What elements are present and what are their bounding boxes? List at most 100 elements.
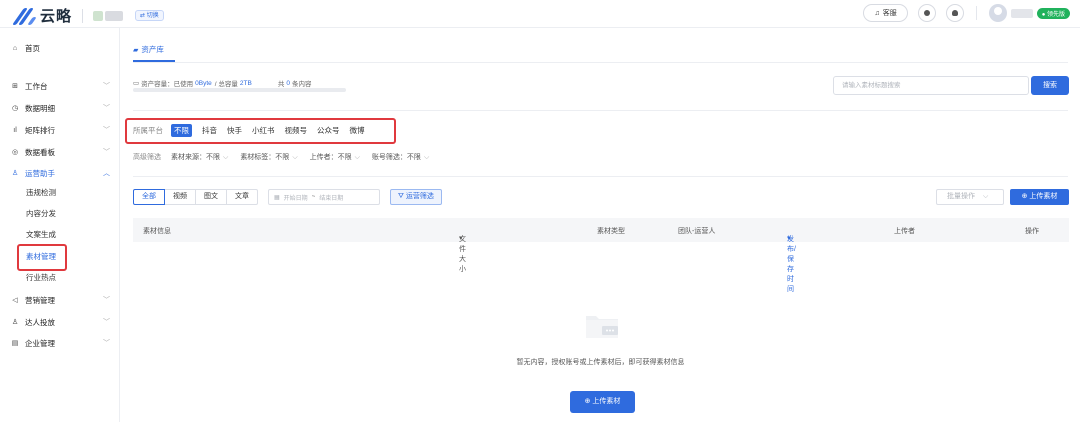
organization-name-redacted bbox=[93, 10, 124, 21]
logo-divider bbox=[82, 8, 84, 23]
type-tab-video[interactable]: 视频 bbox=[164, 189, 196, 205]
ranking-icon: ıl bbox=[13, 126, 17, 134]
advanced-filter-label: 高级筛选 bbox=[133, 154, 161, 161]
search-input[interactable]: 请输入素材标题搜索 bbox=[833, 76, 1029, 95]
filter-uploader[interactable]: 上传者：不限 ⌵ bbox=[310, 152, 360, 162]
sidebar-item-workbench[interactable]: ⊞ 工作台 ﹀ bbox=[0, 79, 120, 93]
sidebar-item-data-detail[interactable]: ◷ 数据明细 ﹀ bbox=[0, 101, 120, 115]
chevron-down-icon: ⌵ bbox=[354, 154, 360, 161]
username-redacted[interactable] bbox=[1010, 8, 1033, 18]
column-uploader: 上传者 bbox=[894, 228, 915, 235]
enterprise-icon: ▤ bbox=[11, 340, 19, 347]
sidebar-item-dashboard[interactable]: ◎ 数据看板 ﹀ bbox=[0, 145, 120, 159]
operations-filter-label: 运营筛选 bbox=[405, 193, 434, 200]
chevron-down-icon: ﹀ bbox=[103, 297, 110, 304]
column-material-info: 素材信息 bbox=[143, 228, 171, 235]
calendar-icon: ▦ bbox=[274, 194, 280, 201]
sidebar-item-label: 矩阵排行 bbox=[25, 125, 55, 135]
sidebar-subitem-copy-generation[interactable]: 文案生成 bbox=[26, 229, 56, 241]
sidebar-item-ranking[interactable]: ıl 矩阵排行 ﹀ bbox=[0, 123, 120, 137]
type-tabs: 全部 视频 图文 文章 bbox=[133, 189, 258, 205]
storage-icon: ▭ bbox=[133, 80, 140, 87]
toolbar-divider bbox=[975, 6, 977, 20]
bell-icon bbox=[951, 10, 958, 16]
search-button[interactable]: 搜索 bbox=[1031, 76, 1069, 95]
sidebar-item-enterprise[interactable]: ▤ 企业管理 ﹀ bbox=[0, 336, 120, 350]
logo-text: 云略 bbox=[40, 8, 73, 25]
customer-service-button[interactable]: ♫ 客服 bbox=[863, 4, 908, 22]
upload-material-button-empty[interactable]: ⊕ 上传素材 bbox=[570, 391, 635, 413]
batch-operation-select[interactable]: 批量操作 ⌵ bbox=[936, 189, 1004, 205]
storage-info: ▭ 资产容量：已使用 0Byte / 总容量 2TB 共 0 条内容 bbox=[133, 78, 312, 89]
chevron-down-icon: ﹀ bbox=[103, 149, 110, 156]
highlight-box-platform-filter bbox=[125, 118, 396, 144]
plan-badge: ● 领先版 bbox=[1036, 7, 1070, 19]
chevron-down-icon: ﹀ bbox=[103, 127, 110, 134]
chevron-down-icon: ⌵ bbox=[423, 154, 430, 161]
chevron-down-icon: ⌵ bbox=[292, 154, 298, 161]
sort-icon: ▾ bbox=[787, 235, 791, 242]
sidebar-item-label: 数据明细 bbox=[25, 103, 55, 113]
type-tab-image-text[interactable]: 图文 bbox=[195, 189, 227, 205]
logo[interactable]: 云略 ⇄ 切换 bbox=[12, 5, 164, 26]
avatar[interactable] bbox=[988, 4, 1007, 22]
sidebar-subitem-violation-check[interactable]: 违规检测 bbox=[26, 187, 56, 199]
column-actions: 操作 bbox=[1025, 228, 1039, 235]
content-count-suffix: 条内容 bbox=[291, 81, 312, 88]
filter-material-tag[interactable]: 素材标签：不限 ⌵ bbox=[240, 152, 297, 162]
dashboard-icon: ◎ bbox=[11, 149, 19, 156]
upload-material-button[interactable]: ⊕ 上传素材 bbox=[1010, 189, 1069, 205]
section-divider bbox=[133, 176, 1068, 177]
message-button[interactable] bbox=[917, 4, 936, 22]
sidebar-item-label: 首页 bbox=[25, 43, 40, 53]
logo-mark-icon bbox=[12, 7, 37, 25]
storage-used: 0Byte bbox=[195, 79, 212, 87]
filter-account[interactable]: 账号筛选：不限 ⌵ bbox=[372, 152, 429, 162]
top-bar: 云略 ⇄ 切换 ♫ 客服 ● 领先版 bbox=[0, 0, 1080, 28]
empty-state-message: 暂无内容，授权账号或上传素材后，即可获得素材信息 bbox=[516, 359, 685, 366]
folder-icon: ▰ bbox=[133, 46, 139, 54]
filter-icon: ⛛ bbox=[398, 193, 404, 200]
highlight-box-material-management bbox=[17, 244, 67, 271]
chevron-up-icon: ︿ bbox=[103, 170, 110, 177]
sidebar-item-label: 达人投放 bbox=[25, 317, 55, 327]
storage-prefix: 资产容量：已使用 bbox=[141, 81, 194, 88]
switch-org-button[interactable]: ⇄ 切换 bbox=[135, 10, 164, 21]
sidebar-subitem-content-distribution[interactable]: 内容分发 bbox=[26, 208, 56, 220]
chevron-down-icon: ﹀ bbox=[103, 105, 110, 112]
filter-label: 上传者：不限 bbox=[309, 154, 352, 161]
sidebar-subitem-industry-trends[interactable]: 行业热点 bbox=[26, 272, 56, 284]
sidebar-item-label: 企业管理 bbox=[25, 338, 55, 348]
chevron-down-icon: ⌵ bbox=[223, 154, 229, 161]
section-divider bbox=[133, 110, 1068, 111]
headset-icon: ♫ bbox=[874, 9, 880, 17]
date-separator: ~ bbox=[311, 194, 316, 200]
sidebar-item-operations-assistant[interactable]: ♙ 运营助手 ︿ bbox=[0, 166, 120, 180]
date-end: 结束日期 bbox=[319, 195, 344, 202]
operations-filter-button[interactable]: ⛛ 运营筛选 bbox=[390, 189, 442, 205]
influencer-icon: ♙ bbox=[11, 319, 19, 326]
tab-label: 资产库 bbox=[141, 45, 164, 54]
sidebar-item-marketing[interactable]: ◁ 营销管理 ﹀ bbox=[0, 293, 120, 307]
date-range-picker[interactable]: ▦ 开始日期 ~ 结束日期 bbox=[268, 189, 380, 205]
tab-divider bbox=[133, 62, 1068, 63]
notification-button[interactable] bbox=[945, 4, 964, 22]
sidebar-item-home[interactable]: ⌂ 首页 bbox=[0, 41, 120, 55]
sidebar-item-label: 工作台 bbox=[25, 81, 48, 91]
column-material-type: 素材类型 bbox=[597, 228, 625, 235]
assistant-icon: ♙ bbox=[11, 170, 19, 177]
storage-total: 2TB bbox=[239, 79, 252, 87]
chevron-down-icon: ﹀ bbox=[103, 340, 110, 347]
home-icon: ⌂ bbox=[12, 44, 18, 52]
message-icon bbox=[923, 10, 930, 16]
storage-sep: / 总容量 bbox=[214, 81, 238, 88]
top-right-toolbar: ♫ 客服 ● 领先版 bbox=[863, 4, 1070, 22]
type-tab-all[interactable]: 全部 bbox=[133, 189, 165, 205]
batch-operation-label: 批量操作 bbox=[947, 193, 975, 200]
type-tab-article[interactable]: 文章 bbox=[226, 189, 258, 205]
content-count-prefix: 共 bbox=[277, 81, 285, 88]
sidebar-item-influencer[interactable]: ♙ 达人投放 ﹀ bbox=[0, 315, 120, 329]
tab-asset-library[interactable]: ▰ 资产库 bbox=[133, 44, 164, 55]
table-header: 素材信息 文件大小 ▾ 素材类型 团队-运营人 发布/保存时间 ▾ 上传者 操作 bbox=[133, 218, 1069, 293]
filter-material-source[interactable]: 素材来源：不限 ⌵ bbox=[171, 152, 228, 162]
